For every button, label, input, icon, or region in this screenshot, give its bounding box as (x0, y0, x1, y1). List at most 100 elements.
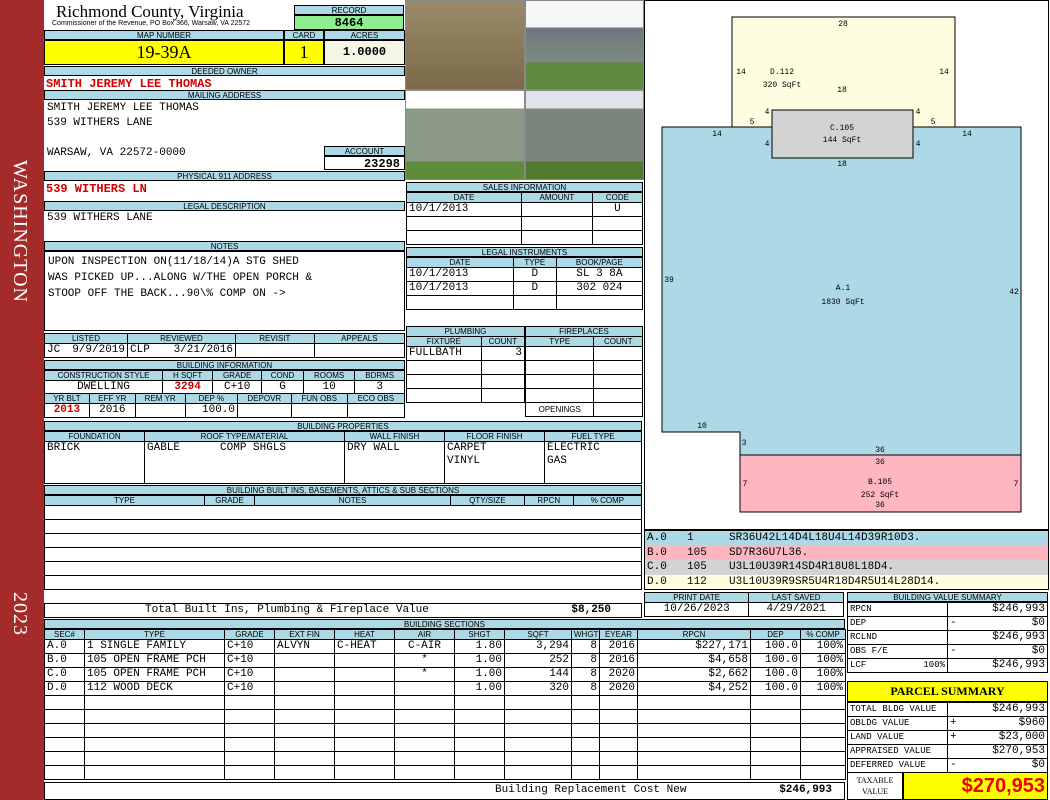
col-header: FUN OBS (290, 393, 348, 404)
section-cell (750, 709, 801, 724)
fireplaces-table: FIREPLACES TYPE COUNT OPENINGS (524, 326, 643, 417)
section-cell (394, 709, 455, 724)
section-cell (44, 695, 85, 710)
col-header: AIR (394, 629, 455, 640)
col-header: APPEALS (313, 333, 406, 344)
sale-date: 10/1/2013 (406, 202, 522, 217)
built-ins-total: $8,250 (571, 604, 611, 616)
dim: 36 (875, 446, 885, 455)
label-text: OBS F/E (850, 646, 888, 656)
col-header: DATE (406, 257, 514, 268)
dim: 4 (916, 108, 921, 117)
col-header: DATE (406, 192, 522, 203)
col-header: REM YR (134, 393, 186, 404)
summary-value: + $960 (947, 716, 1048, 731)
revisit (235, 343, 315, 358)
district-name: WASHINGTON (9, 160, 31, 303)
section-cell (44, 723, 85, 738)
summary-row: LAND VALUE + $23,000 (847, 730, 1048, 745)
section-cell (800, 751, 846, 766)
value-text: $0 (1031, 759, 1045, 772)
section-cell (394, 737, 455, 752)
section-cell (599, 709, 638, 724)
appeals (313, 343, 406, 358)
col-header: DEP (750, 629, 801, 640)
legal-description: 539 WITHERS LANE (47, 212, 153, 224)
legend-code: 105 (687, 561, 707, 573)
sketch-legend-row: B.0 105 SD7R36U7L36. (645, 545, 1048, 560)
sketch-label: 320 SqFt (763, 81, 801, 90)
summary-value: - $0 (947, 758, 1048, 773)
section-cell (800, 723, 846, 738)
col-header: EXT FIN (274, 629, 335, 640)
section-cell (224, 751, 275, 766)
property-photo-shed[interactable] (405, 90, 525, 180)
property-photo-house-side[interactable] (525, 90, 644, 180)
col-header: CONSTRUCTION STYLE (44, 370, 163, 381)
dim: 36 (875, 501, 885, 510)
openings-label: OPENINGS (524, 402, 595, 417)
section-cell (454, 723, 505, 738)
section-cell: 100% (800, 653, 846, 668)
sketch-legend: A.0 1 SR36U42L14D4L18U4L14D39R10D3. B.0 105 S… (644, 530, 1049, 590)
section-cell: 2016 (599, 639, 638, 654)
built-ins-table: TYPE GRADE NOTES QTY/SIZE RPCN% COMP (44, 495, 643, 590)
legal-instruments-title: LEGAL INSTRUMENTS (406, 247, 643, 257)
dim: 14 (736, 68, 746, 77)
col-header: ECO OBS (346, 393, 406, 404)
table-row (44, 751, 846, 766)
sketch-label: A.1 (836, 284, 851, 293)
section-cell (750, 765, 801, 780)
section-cell: 105 OPEN FRAME PCH (84, 667, 225, 682)
col-header: ROOF TYPE/MATERIAL (144, 431, 345, 442)
dim: 18 (837, 160, 847, 169)
property-photo-mailbox[interactable] (405, 0, 525, 90)
foundation: BRICK (44, 441, 145, 484)
section-cell (224, 695, 275, 710)
section-cell: 112 WOOD DECK (84, 681, 225, 696)
legend-section: C.0 (647, 561, 667, 573)
section-cell (334, 751, 395, 766)
building-sketch[interactable]: A.1 1830 SqFt B.105 252 SqFt C.105 144 S… (644, 0, 1049, 530)
section-cell (394, 765, 455, 780)
section-cell (394, 681, 455, 696)
section-cell (394, 695, 455, 710)
col-header: WALL FINISH (344, 431, 445, 442)
summary-value: $246,993 (947, 702, 1048, 717)
sign: + (950, 717, 957, 730)
section-cell (334, 709, 395, 724)
col-header: FUEL TYPE (544, 431, 642, 442)
col-header: EFF YR (88, 393, 136, 404)
section-cell (334, 765, 395, 780)
section-cell (224, 709, 275, 724)
col-header: FLOOR FINISH (444, 431, 545, 442)
label-text: RPCN (850, 604, 872, 614)
section-cell (750, 695, 801, 710)
label-text: TOTAL BLDG VALUE (850, 704, 937, 714)
section-cell (637, 695, 751, 710)
instrument-date: 10/1/2013 (406, 281, 514, 296)
legend-vector: U3L10U39R14SD4R18U8L18D4. (729, 561, 895, 573)
section-cell (800, 709, 846, 724)
fixture-count: 3 (480, 346, 526, 361)
section-cell: 100.0 (750, 681, 801, 696)
property-photo-house-front[interactable] (525, 0, 644, 90)
section-cell: 1.00 (454, 653, 505, 668)
summary-label: LAND VALUE (847, 730, 948, 745)
section-cell (599, 695, 638, 710)
summary-row: RCLND $246,993 (847, 630, 1048, 645)
section-cell (571, 709, 600, 724)
summary-value: $246,993 (947, 602, 1048, 617)
legal-instruments-table: DATE TYPE BOOK/PAGE 10/1/2013 D SL 3 8A 10/1… (406, 257, 644, 310)
col-header: QTY/SIZE (450, 495, 525, 506)
section-cell: 1.00 (454, 681, 505, 696)
section-cell: 8 (571, 653, 600, 668)
section-cell: 100.0 (750, 639, 801, 654)
mailing-line-2: 539 WITHERS LANE (47, 117, 153, 129)
section-cell (274, 723, 335, 738)
year-built: 2013 (44, 403, 90, 418)
section-cell (454, 765, 505, 780)
legend-vector: U3L10U39R9SR5U4R18D4R5U14L28D14. (729, 575, 941, 588)
replacement-cost-label: Building Replacement Cost New (495, 784, 687, 796)
section-cell (571, 723, 600, 738)
